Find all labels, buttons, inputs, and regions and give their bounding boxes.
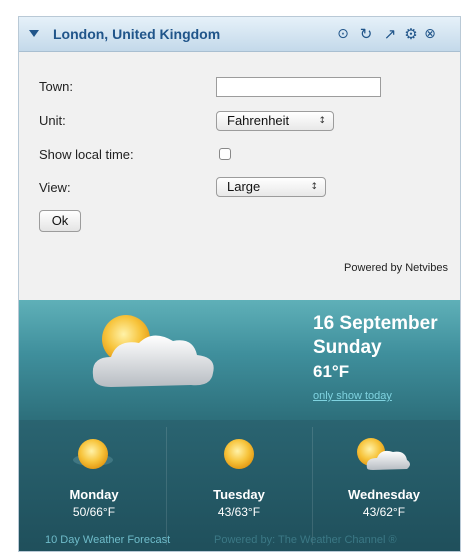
forecast-day: Wednesday xyxy=(347,487,420,502)
select-arrows-icon: ↕ xyxy=(318,116,326,126)
refresh-icon[interactable]: ↻ xyxy=(357,25,375,43)
collapse-icon[interactable] xyxy=(29,30,39,37)
sun-icon xyxy=(224,439,254,469)
view-label: View: xyxy=(39,180,71,195)
settings-gear-icon[interactable]: ⚙ xyxy=(402,25,420,43)
view-select-value: Large xyxy=(227,179,261,194)
forecast-divider xyxy=(312,427,313,545)
widget-title: London, United Kingdom xyxy=(53,26,221,42)
share-arrow-icon[interactable]: ↗ xyxy=(381,25,399,43)
local-time-label: Show local time: xyxy=(39,147,134,162)
forecast-day: Tuesday xyxy=(213,487,265,502)
unit-label: Unit: xyxy=(39,113,66,128)
powered-by-netvibes: Powered by Netvibes xyxy=(344,262,448,274)
town-input[interactable] xyxy=(216,77,381,97)
sun-behind-cloud-icon xyxy=(92,315,214,387)
weather-widget: London, United Kingdom ⊙ ↻ ↗ ⚙ ⊗ Town: U… xyxy=(18,16,461,552)
unit-select-value: Fahrenheit xyxy=(227,113,290,128)
close-circle-icon[interactable]: ⊗ xyxy=(421,25,439,43)
ok-button[interactable]: Ok xyxy=(39,210,81,232)
town-label: Town: xyxy=(39,79,73,94)
view-select[interactable]: Large ↕ xyxy=(216,177,326,197)
widget-title-bar: London, United Kingdom ⊙ ↻ ↗ ⚙ ⊗ xyxy=(19,17,460,52)
local-time-checkbox[interactable] xyxy=(219,148,231,160)
powered-by-weather-channel[interactable]: Powered by: The Weather Channel ® xyxy=(214,534,397,546)
unit-select[interactable]: Fahrenheit ↕ xyxy=(216,111,334,131)
forecast-day: Monday xyxy=(69,487,119,502)
only-show-today-link[interactable]: only show today xyxy=(313,390,392,402)
select-arrows-icon: ↕ xyxy=(310,182,318,192)
today-temp: 61°F xyxy=(313,362,350,381)
forecast-temp: 43/63°F xyxy=(217,505,261,519)
forecast-temp: 50/66°F xyxy=(72,505,116,519)
today-date: 16 September xyxy=(313,313,438,334)
sun-icon xyxy=(73,439,113,469)
partly-cloudy-icon xyxy=(357,438,410,470)
forecast-divider xyxy=(166,427,167,545)
options-circle-icon[interactable]: ⊙ xyxy=(334,25,352,43)
forecast-temp: 43/62°F xyxy=(362,505,406,519)
today-day: Sunday xyxy=(313,337,382,358)
ten-day-forecast-link[interactable]: 10 Day Weather Forecast xyxy=(45,534,170,546)
